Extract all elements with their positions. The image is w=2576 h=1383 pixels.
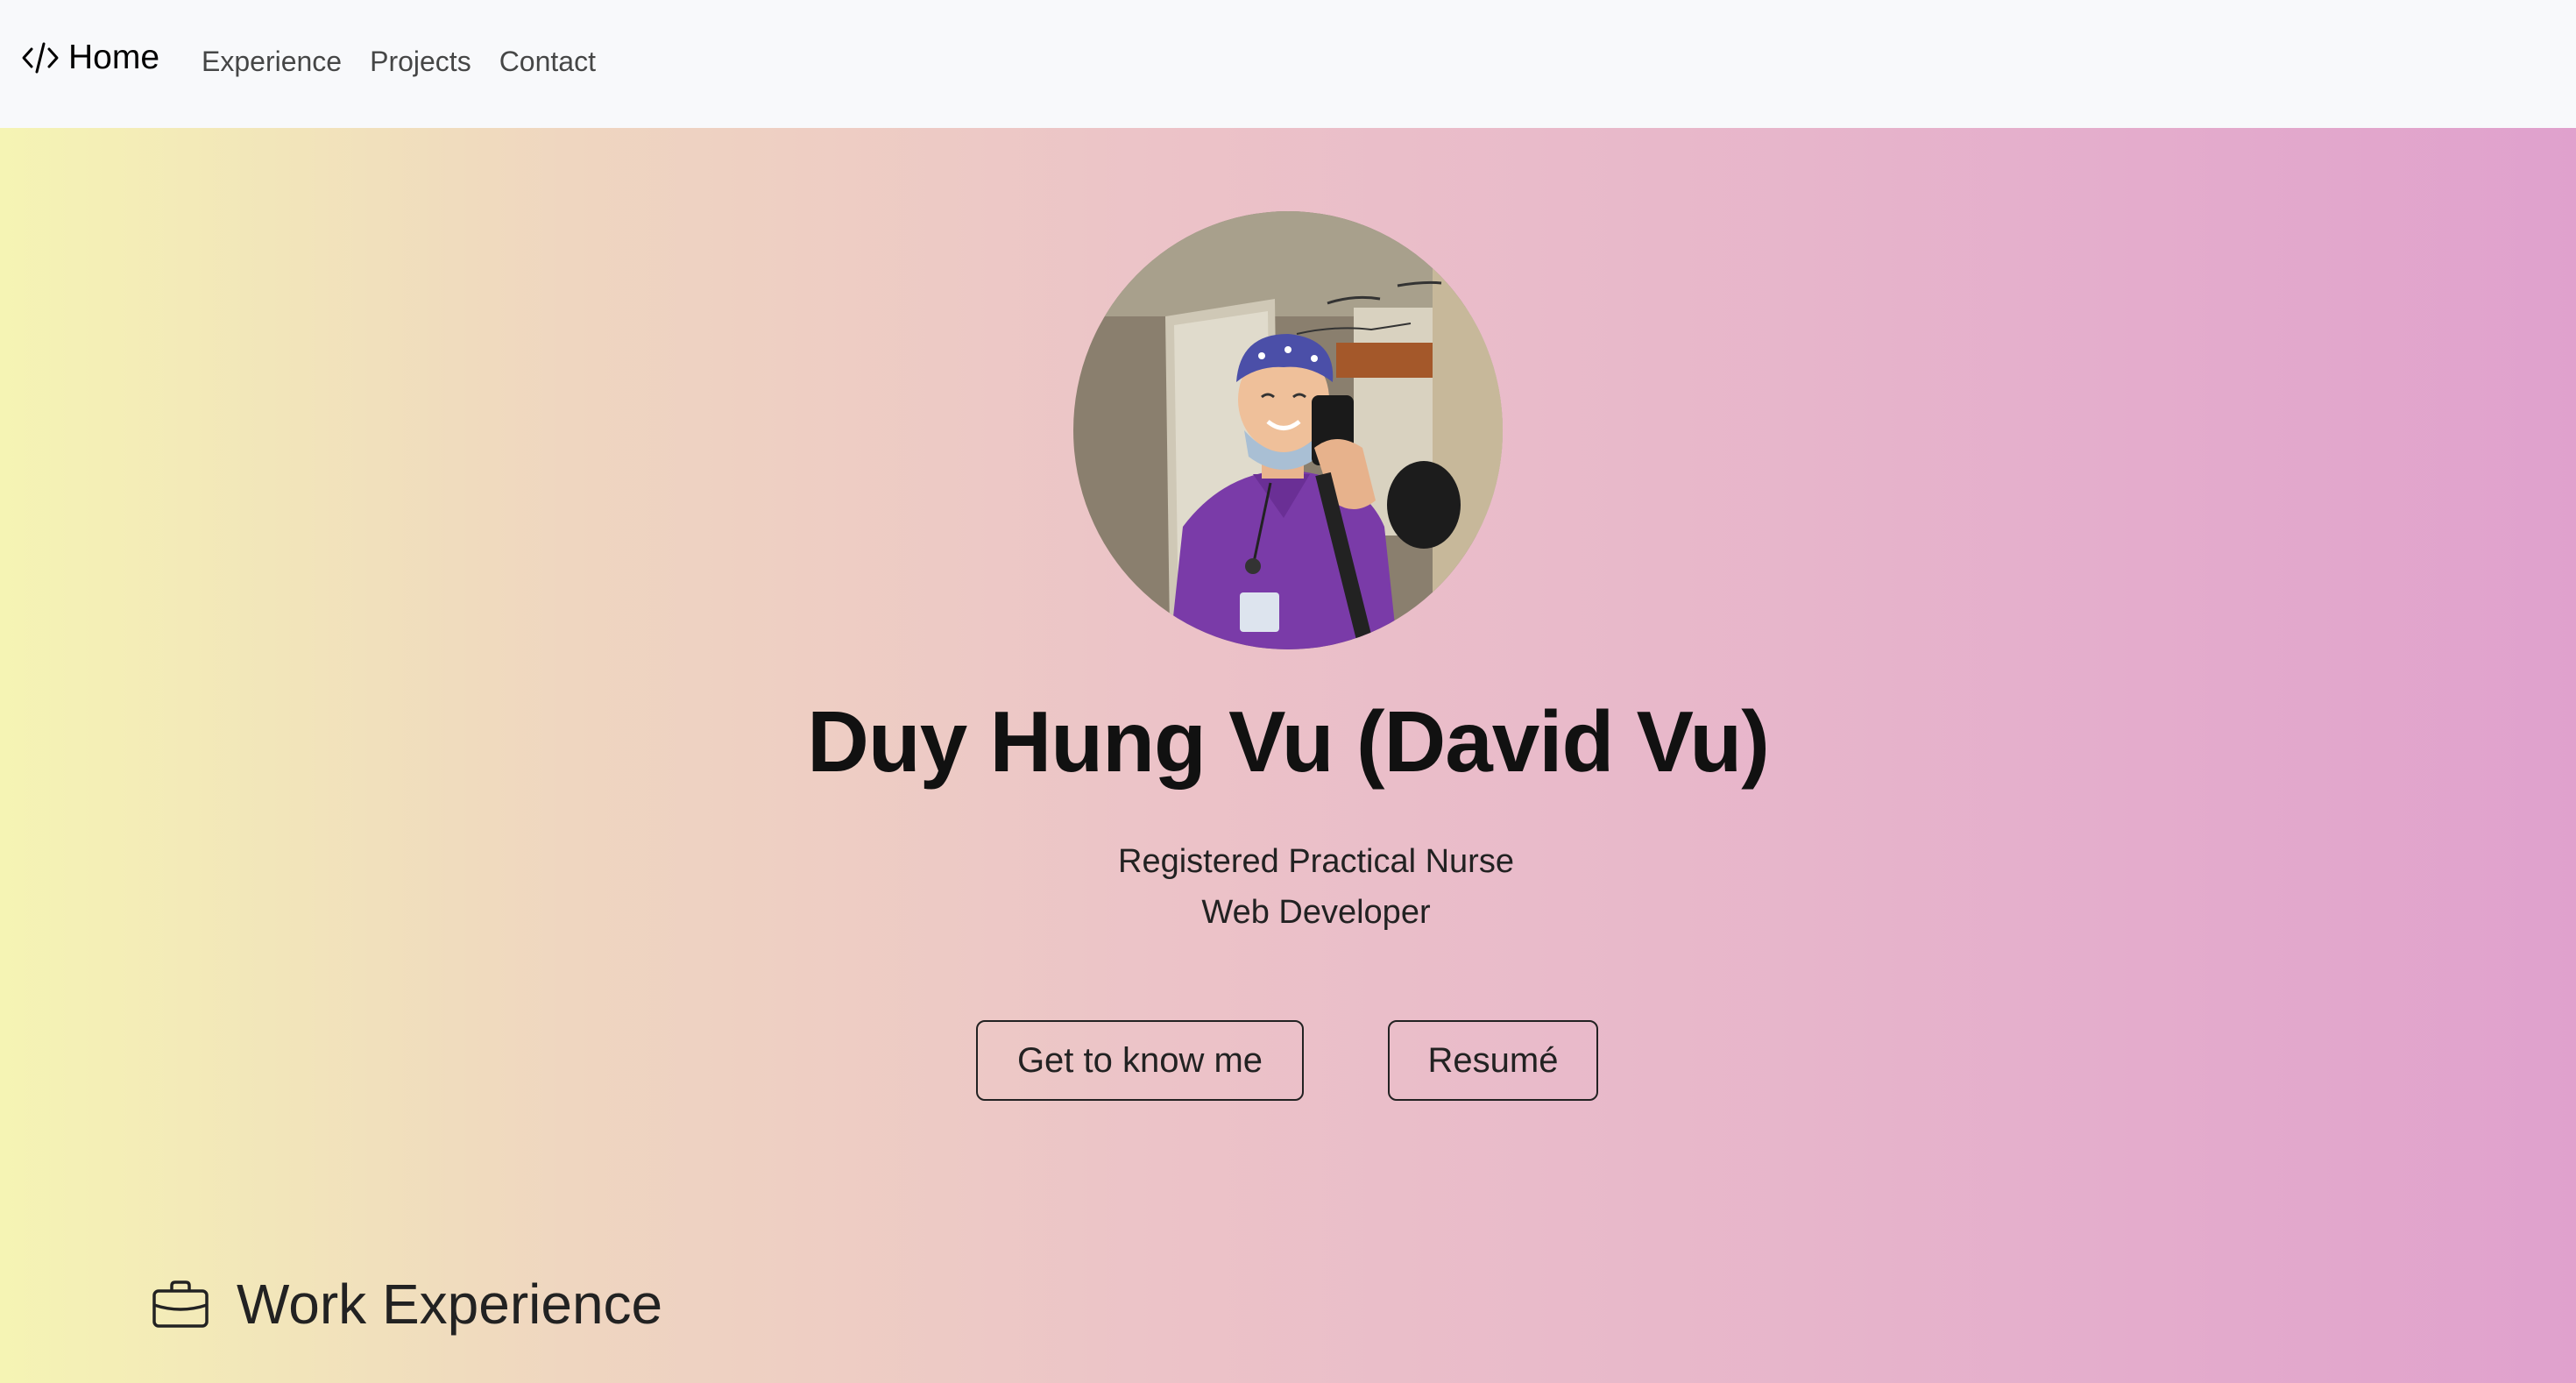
nav-link-contact[interactable]: Contact: [499, 40, 596, 82]
nav-link-experience[interactable]: Experience: [202, 40, 342, 82]
hero-section: Duy Hung Vu (David Vu) Registered Practi…: [0, 128, 2576, 1188]
work-experience-section: Work Experience: [0, 1188, 2576, 1383]
hero-roles: Registered Practical Nurse Web Developer: [0, 836, 2576, 938]
get-to-know-me-button[interactable]: Get to know me: [976, 1020, 1304, 1101]
nav-links: Experience Projects Contact: [202, 40, 624, 82]
briefcase-icon: [152, 1280, 209, 1328]
work-experience-heading: Work Experience: [151, 1269, 662, 1339]
role-web-developer: Web Developer: [1201, 894, 1431, 931]
nav-link-projects[interactable]: Projects: [370, 40, 471, 82]
profile-avatar: [1073, 211, 1503, 649]
home-label: Home: [68, 39, 160, 76]
resume-button[interactable]: Resumé: [1388, 1020, 1598, 1101]
profile-photo: [1073, 211, 1503, 649]
home-brand-link[interactable]: Home: [21, 35, 159, 81]
navbar: Home Experience Projects Contact: [0, 0, 2576, 128]
hero-name: Duy Hung Vu (David Vu): [807, 693, 1770, 790]
work-experience-title: Work Experience: [237, 1273, 663, 1336]
code-icon: [22, 42, 59, 74]
role-nurse: Registered Practical Nurse: [1118, 843, 1514, 880]
